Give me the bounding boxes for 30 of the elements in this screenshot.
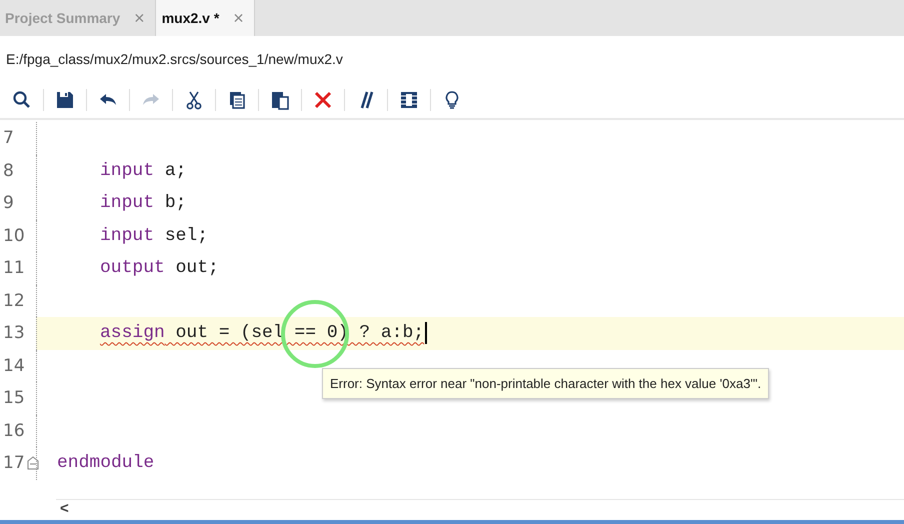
line-number: 10 [3,226,25,246]
code-line: output out; [100,258,219,278]
text-caret [425,322,428,344]
error-tooltip: Error: Syntax error near "non-printable character with the hex value '0xa3'". [322,368,770,399]
code-line: input b; [100,193,186,214]
line-number: 17 [3,453,25,474]
horizontal-scrollbar[interactable]: < [56,499,904,516]
line-number: 11 [3,258,25,278]
code-line: endmodule [57,453,154,474]
line-number: 8 [3,160,14,181]
scissors-icon [184,90,204,110]
line-number: 9 [3,193,14,214]
line-number: 7 [3,128,14,148]
code-line: input a; [100,160,186,181]
fold-toggle-icon[interactable] [26,456,39,470]
clipboard-icon [270,90,290,110]
line-number: 12 [3,290,25,311]
code-line: input sel; [100,226,208,246]
copy-icon [227,90,247,110]
line-number: 16 [3,420,25,441]
magnifier-icon [12,90,32,110]
file-path: E:/fpga_class/mux2/mux2.srcs/sources_1/new/mux2.v [6,51,343,67]
column-grid-icon [399,90,419,110]
cross-icon [313,90,333,110]
line-number: 15 [3,388,25,408]
editor-tab[interactable]: mux2.v * × [156,0,255,36]
line-number: 14 [3,356,25,376]
code-line: assign out = (sel == 0) ? a:b; [100,323,424,344]
scroll-left-arrow[interactable]: < [60,500,69,516]
line-number: 13 [3,323,25,344]
